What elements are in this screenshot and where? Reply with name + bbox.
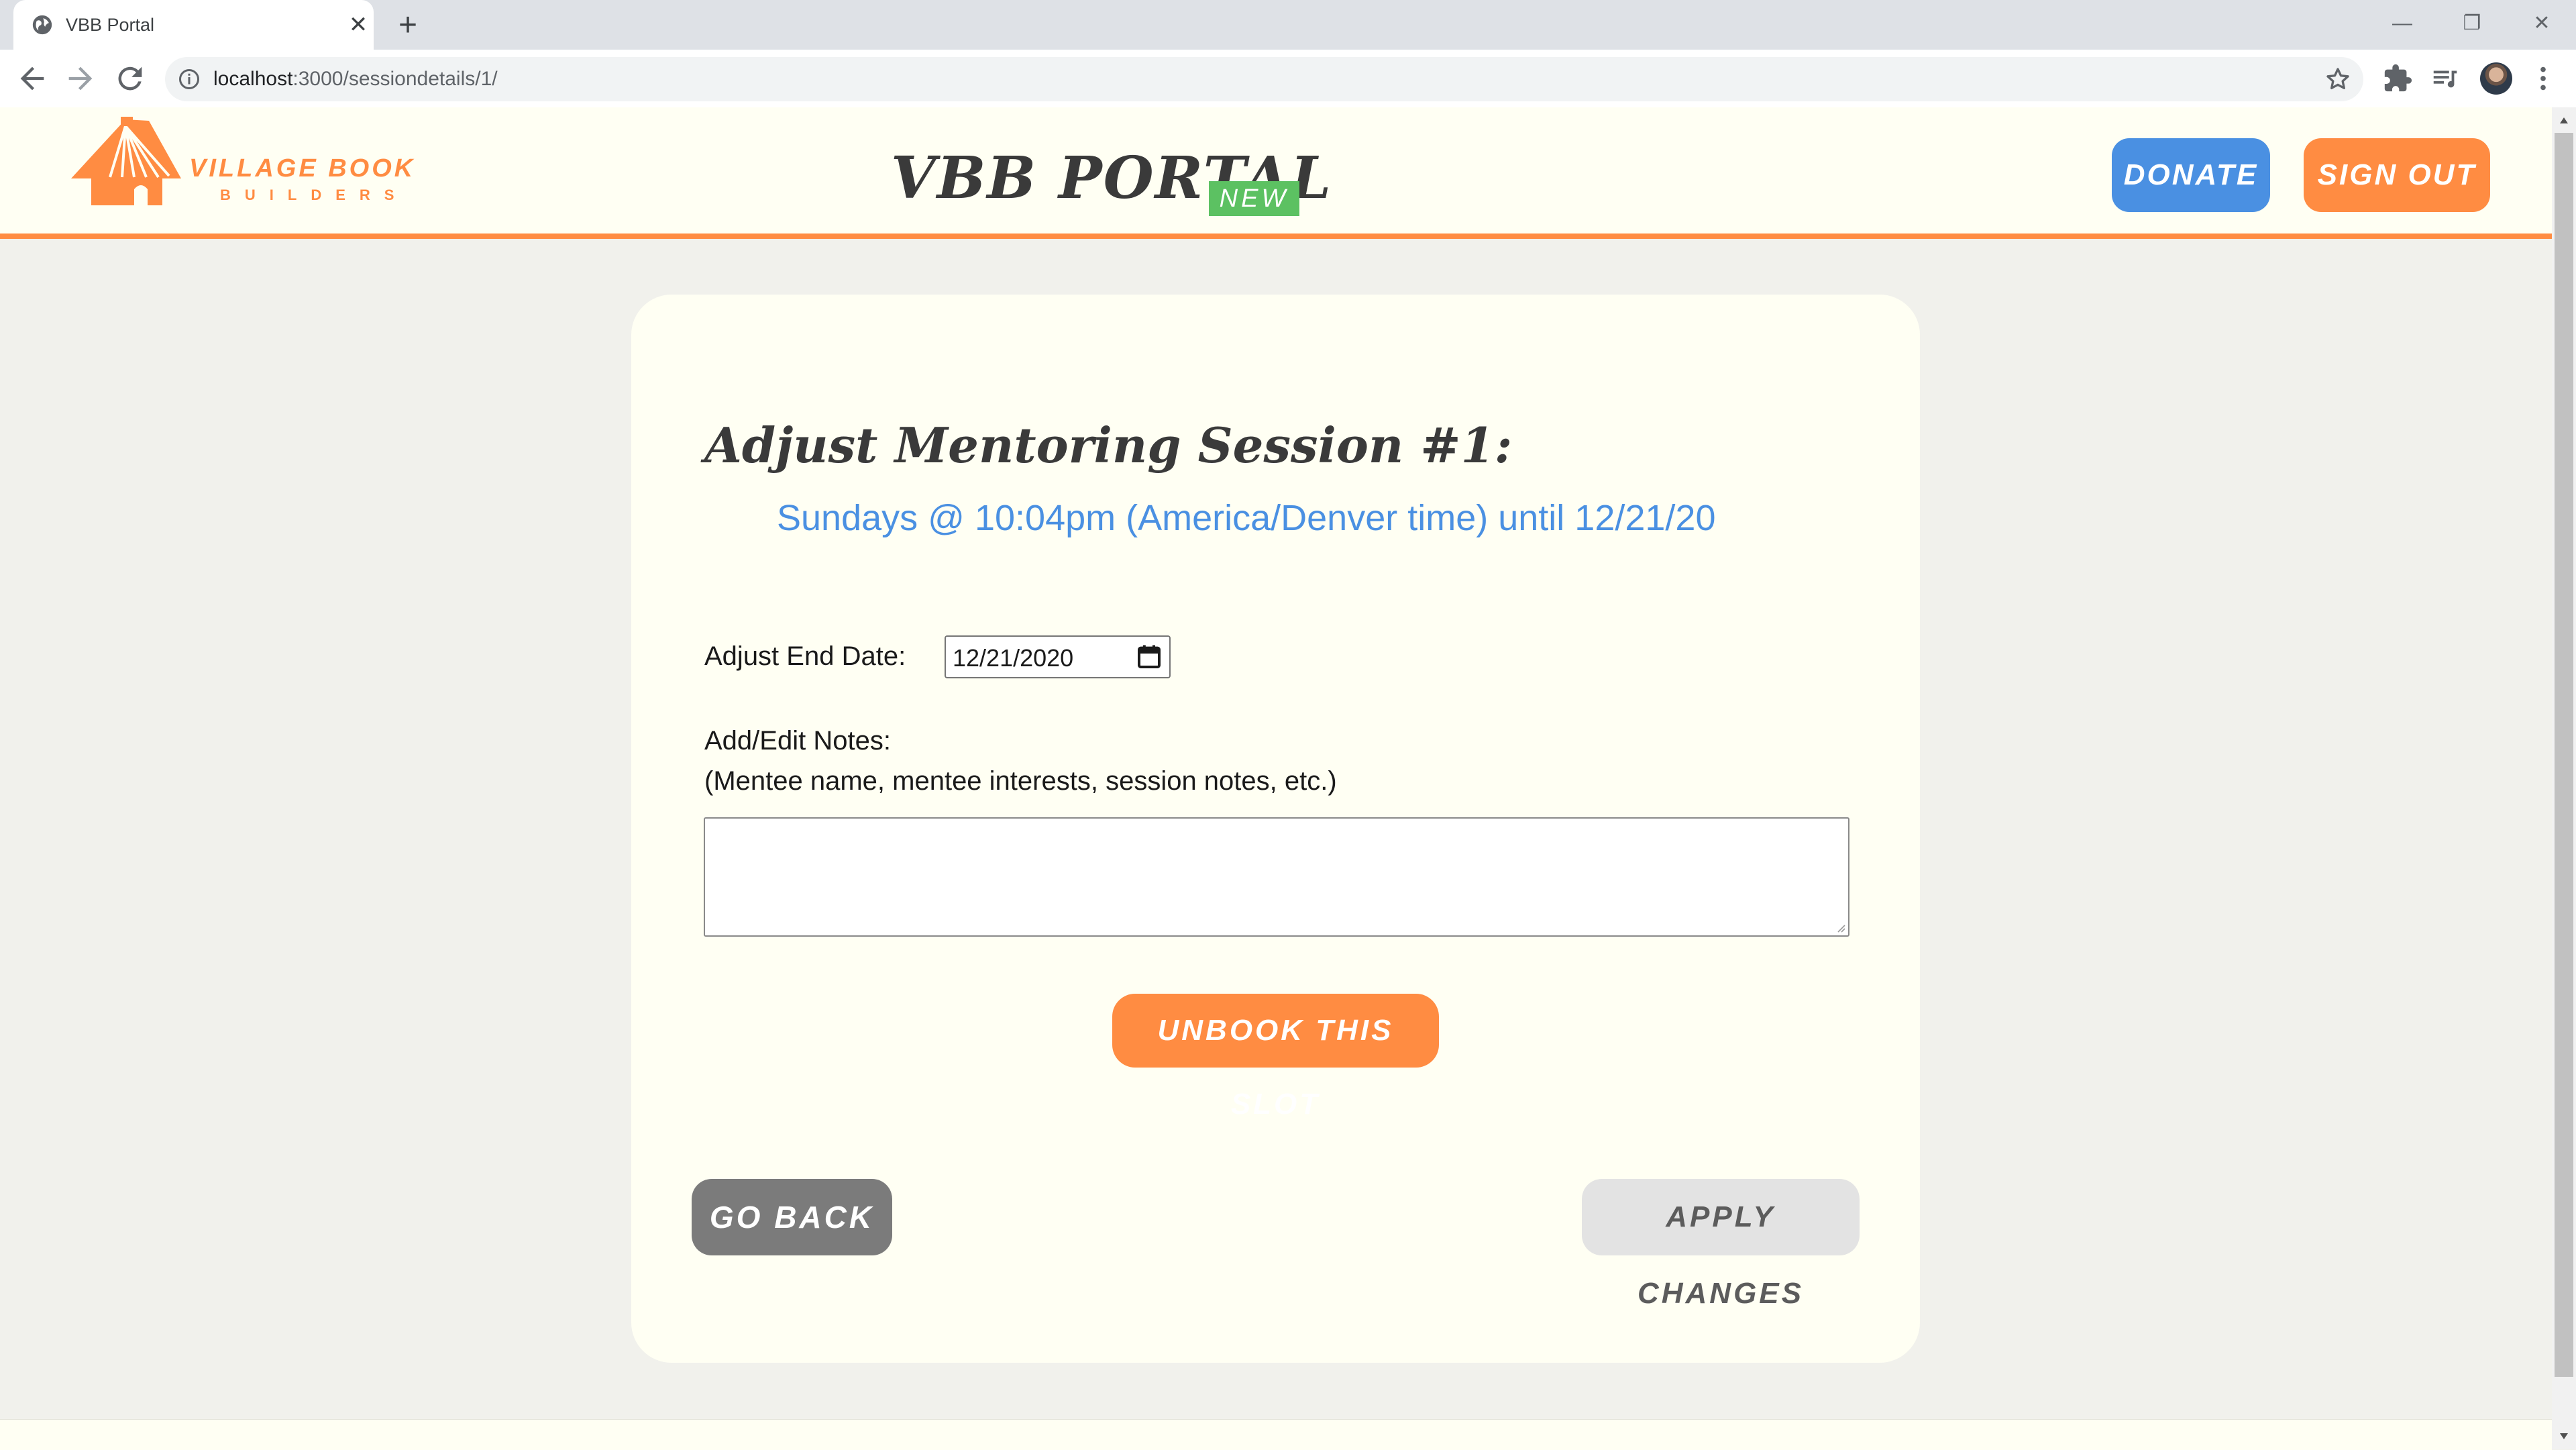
notes-hint: (Mentee name, mentee interests, session … (704, 766, 1337, 796)
kebab-menu-icon[interactable] (2528, 63, 2559, 94)
url-path: :3000/sessiondetails/1/ (292, 68, 498, 90)
new-badge: NEW (1209, 181, 1299, 216)
unbook-slot-button[interactable]: UNBOOK THIS SLOT (1112, 994, 1439, 1121)
browser-toolbar: localhost:3000/sessiondetails/1/ (0, 50, 2576, 107)
url-host: localhost (213, 68, 293, 90)
notes-textarea[interactable] (704, 817, 1849, 937)
media-queue-icon[interactable] (2430, 63, 2461, 94)
address-bar[interactable]: localhost:3000/sessiondetails/1/ (165, 57, 2363, 101)
scrollbar-thumb[interactable] (2555, 133, 2573, 1377)
bookmark-star-icon[interactable] (2324, 66, 2351, 93)
resize-grip-icon[interactable] (1834, 921, 1846, 933)
notes-label: Add/Edit Notes: (704, 726, 891, 756)
restore-icon[interactable]: ❐ (2455, 7, 2489, 40)
calendar-icon[interactable] (1136, 643, 1163, 670)
end-date-value: 12/21/2020 (953, 644, 1074, 672)
end-date-input[interactable]: 12/21/2020 (945, 635, 1171, 678)
village-hut-logo-icon[interactable] (68, 117, 182, 211)
end-date-label: Adjust End Date: (704, 641, 906, 671)
browser-tab[interactable]: VBB Portal ✕ (13, 0, 374, 50)
globe-icon (32, 15, 52, 35)
page-footer-strip (0, 1419, 2552, 1450)
scroll-down-arrow-icon[interactable] (2557, 1429, 2571, 1443)
go-back-button[interactable]: GO BACK (692, 1179, 892, 1255)
tab-close-icon[interactable]: ✕ (345, 12, 371, 38)
logo-text-builders: BUILDERS (220, 187, 409, 203)
info-icon[interactable] (177, 67, 201, 91)
sign-out-button[interactable]: SIGN OUT (2304, 138, 2490, 212)
extensions-puzzle-icon[interactable] (2382, 63, 2413, 94)
new-tab-button[interactable]: + (391, 9, 425, 43)
donate-button[interactable]: DONATE (2112, 138, 2270, 212)
back-arrow-icon[interactable] (15, 61, 50, 96)
browser-tab-bar: VBB Portal ✕ + — ❐ ✕ (0, 0, 2576, 50)
session-details-card: Adjust Mentoring Session #1: Sundays @ 1… (631, 295, 1920, 1363)
session-schedule: Sundays @ 10:04pm (America/Denver time) … (777, 498, 1716, 538)
minimize-icon[interactable]: — (2385, 7, 2419, 40)
site-header: VILLAGE BOOK BUILDERS VBB PORTAL NEW DON… (0, 107, 2552, 239)
window-close-icon[interactable]: ✕ (2525, 7, 2559, 40)
tab-title: VBB Portal (66, 15, 155, 35)
apply-changes-button[interactable]: APPLY CHANGES (1582, 1179, 1860, 1310)
url-text[interactable]: localhost:3000/sessiondetails/1/ (213, 67, 498, 91)
reload-icon[interactable] (113, 61, 148, 96)
vertical-scrollbar[interactable] (2552, 107, 2576, 1449)
forward-arrow-icon[interactable] (63, 61, 98, 96)
profile-avatar[interactable] (2480, 62, 2512, 95)
session-title: Adjust Mentoring Session #1: (704, 417, 1513, 474)
scroll-up-arrow-icon[interactable] (2557, 114, 2571, 127)
page-viewport: VILLAGE BOOK BUILDERS VBB PORTAL NEW DON… (0, 107, 2552, 1419)
logo-text-village-book: VILLAGE BOOK (189, 154, 416, 183)
